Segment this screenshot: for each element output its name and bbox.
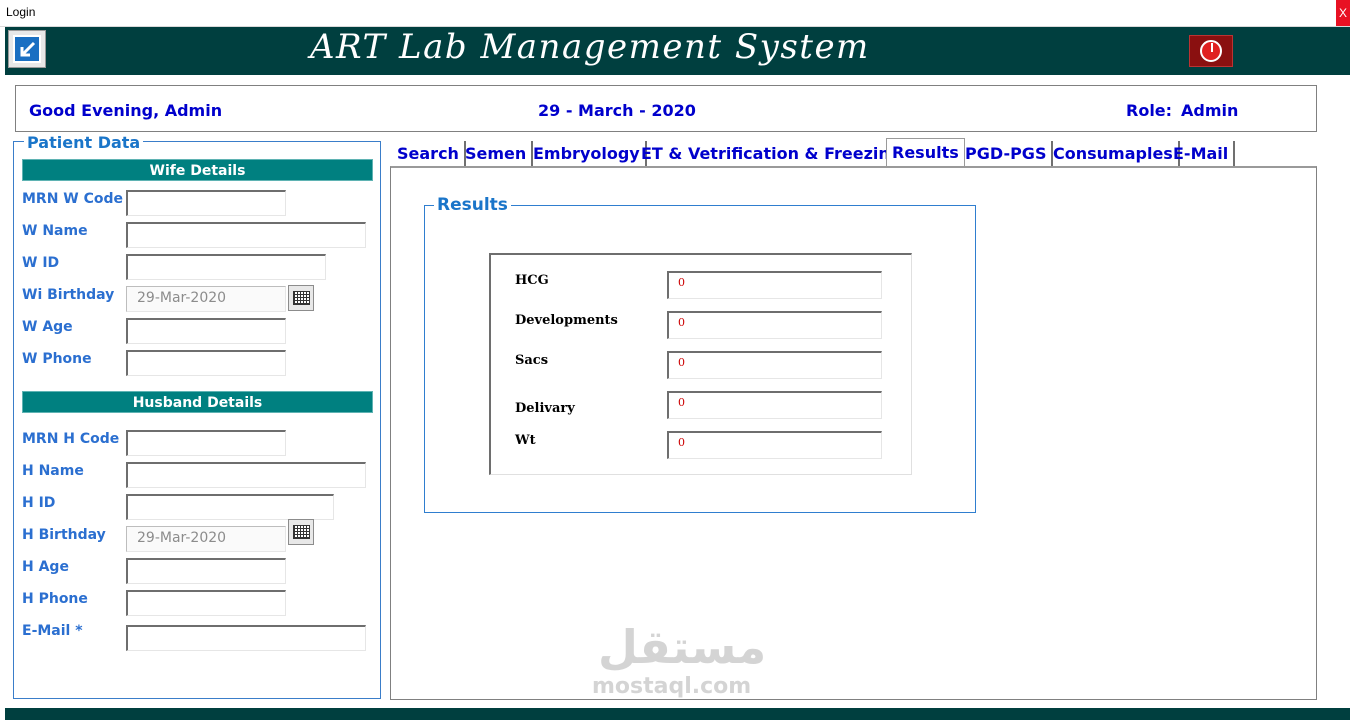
h-birthday-input[interactable]: 29-Mar-2020 bbox=[126, 526, 286, 552]
husband-details-header: Husband Details bbox=[22, 391, 373, 413]
current-date: 29 - March - 2020 bbox=[538, 101, 696, 120]
tab-email[interactable]: E-Mail bbox=[1168, 141, 1236, 167]
title-bar: Login X bbox=[0, 0, 1350, 27]
wife-details-header: Wife Details bbox=[22, 159, 373, 181]
wt-label: Wt bbox=[515, 433, 536, 448]
results-group: Results HCG 0 Developments 0 Sacs 0 Deli… bbox=[424, 195, 976, 513]
watermark-latin: mostaql.com bbox=[592, 674, 752, 699]
h-id-label: H ID bbox=[22, 495, 56, 511]
w-age-input[interactable] bbox=[126, 318, 286, 344]
mrn-h-code-input[interactable] bbox=[126, 430, 286, 456]
patient-data-group: Patient Data Wife Details MRN W Code W N… bbox=[13, 133, 381, 699]
footer-band bbox=[5, 708, 1350, 720]
greeting-bar: Good Evening, Admin 29 - March - 2020 Ro… bbox=[15, 85, 1317, 132]
results-fields-box: HCG 0 Developments 0 Sacs 0 Delivary 0 W… bbox=[489, 253, 912, 475]
w-name-input[interactable] bbox=[126, 222, 366, 248]
w-age-label: W Age bbox=[22, 319, 73, 335]
app-title: ART Lab Management System bbox=[310, 27, 870, 67]
results-legend: Results bbox=[434, 195, 511, 215]
email-label: E-Mail * bbox=[22, 623, 83, 639]
h-age-input[interactable] bbox=[126, 558, 286, 584]
w-name-label: W Name bbox=[22, 223, 88, 239]
sacs-label: Sacs bbox=[515, 353, 549, 368]
power-button[interactable] bbox=[1189, 35, 1233, 67]
tab-semen[interactable]: Semen bbox=[460, 141, 534, 167]
power-icon bbox=[1200, 40, 1222, 62]
h-birthday-label: H Birthday bbox=[22, 527, 106, 543]
exit-arrow-icon bbox=[13, 35, 41, 63]
tab-consumaples[interactable]: Consumaples bbox=[1048, 141, 1180, 167]
delivary-label: Delivary bbox=[515, 401, 575, 416]
wi-birthday-calendar-button[interactable] bbox=[288, 285, 314, 311]
role-value: Admin bbox=[1181, 101, 1239, 120]
wt-input[interactable]: 0 bbox=[667, 431, 882, 459]
hcg-label: HCG bbox=[515, 273, 549, 288]
h-id-input[interactable] bbox=[126, 494, 334, 520]
tab-search[interactable]: Search bbox=[392, 141, 466, 167]
app-header: ART Lab Management System bbox=[5, 27, 1350, 75]
tab-embryology[interactable]: Embryology bbox=[528, 141, 647, 167]
patient-data-legend: Patient Data bbox=[24, 133, 144, 152]
email-input[interactable] bbox=[126, 625, 366, 651]
h-birthday-calendar-button[interactable] bbox=[288, 519, 314, 545]
w-phone-input[interactable] bbox=[126, 350, 286, 376]
h-phone-label: H Phone bbox=[22, 591, 88, 607]
tab-results[interactable]: Results bbox=[886, 138, 965, 167]
delivary-input[interactable]: 0 bbox=[667, 391, 882, 419]
exit-button[interactable] bbox=[8, 30, 46, 68]
hcg-input[interactable]: 0 bbox=[667, 271, 882, 299]
calendar-icon bbox=[293, 525, 310, 539]
tab-et-vetrification-freezing[interactable]: ET & Vetrification & Freezing bbox=[636, 141, 909, 167]
h-name-input[interactable] bbox=[126, 462, 366, 488]
results-tab-panel: Results HCG 0 Developments 0 Sacs 0 Deli… bbox=[390, 166, 1317, 700]
calendar-icon bbox=[293, 291, 310, 305]
wi-birthday-input[interactable]: 29-Mar-2020 bbox=[126, 286, 286, 312]
sacs-input[interactable]: 0 bbox=[667, 351, 882, 379]
h-name-label: H Name bbox=[22, 463, 84, 479]
w-id-label: W ID bbox=[22, 255, 60, 271]
app-window: Login X ART Lab Management System Good E… bbox=[0, 0, 1350, 720]
close-icon[interactable]: X bbox=[1336, 0, 1350, 26]
window-title: Login bbox=[6, 5, 36, 19]
tab-pgd-pgs[interactable]: PGD-PGS bbox=[960, 141, 1054, 167]
h-phone-input[interactable] bbox=[126, 590, 286, 616]
w-phone-label: W Phone bbox=[22, 351, 92, 367]
developments-label: Developments bbox=[515, 313, 618, 328]
developments-input[interactable]: 0 bbox=[667, 311, 882, 339]
mrn-h-code-label: MRN H Code bbox=[22, 431, 120, 447]
watermark-arabic: مستقل bbox=[598, 620, 767, 674]
watermark: مستقل mostaql.com bbox=[592, 620, 766, 710]
role-label: Role: bbox=[1126, 101, 1173, 120]
greeting-text: Good Evening, Admin bbox=[29, 101, 223, 120]
mrn-w-code-input[interactable] bbox=[126, 190, 286, 216]
w-id-input[interactable] bbox=[126, 254, 326, 280]
wi-birthday-label: Wi Birthday bbox=[22, 287, 115, 303]
mrn-w-code-label: MRN W Code bbox=[22, 191, 124, 207]
h-age-label: H Age bbox=[22, 559, 69, 575]
